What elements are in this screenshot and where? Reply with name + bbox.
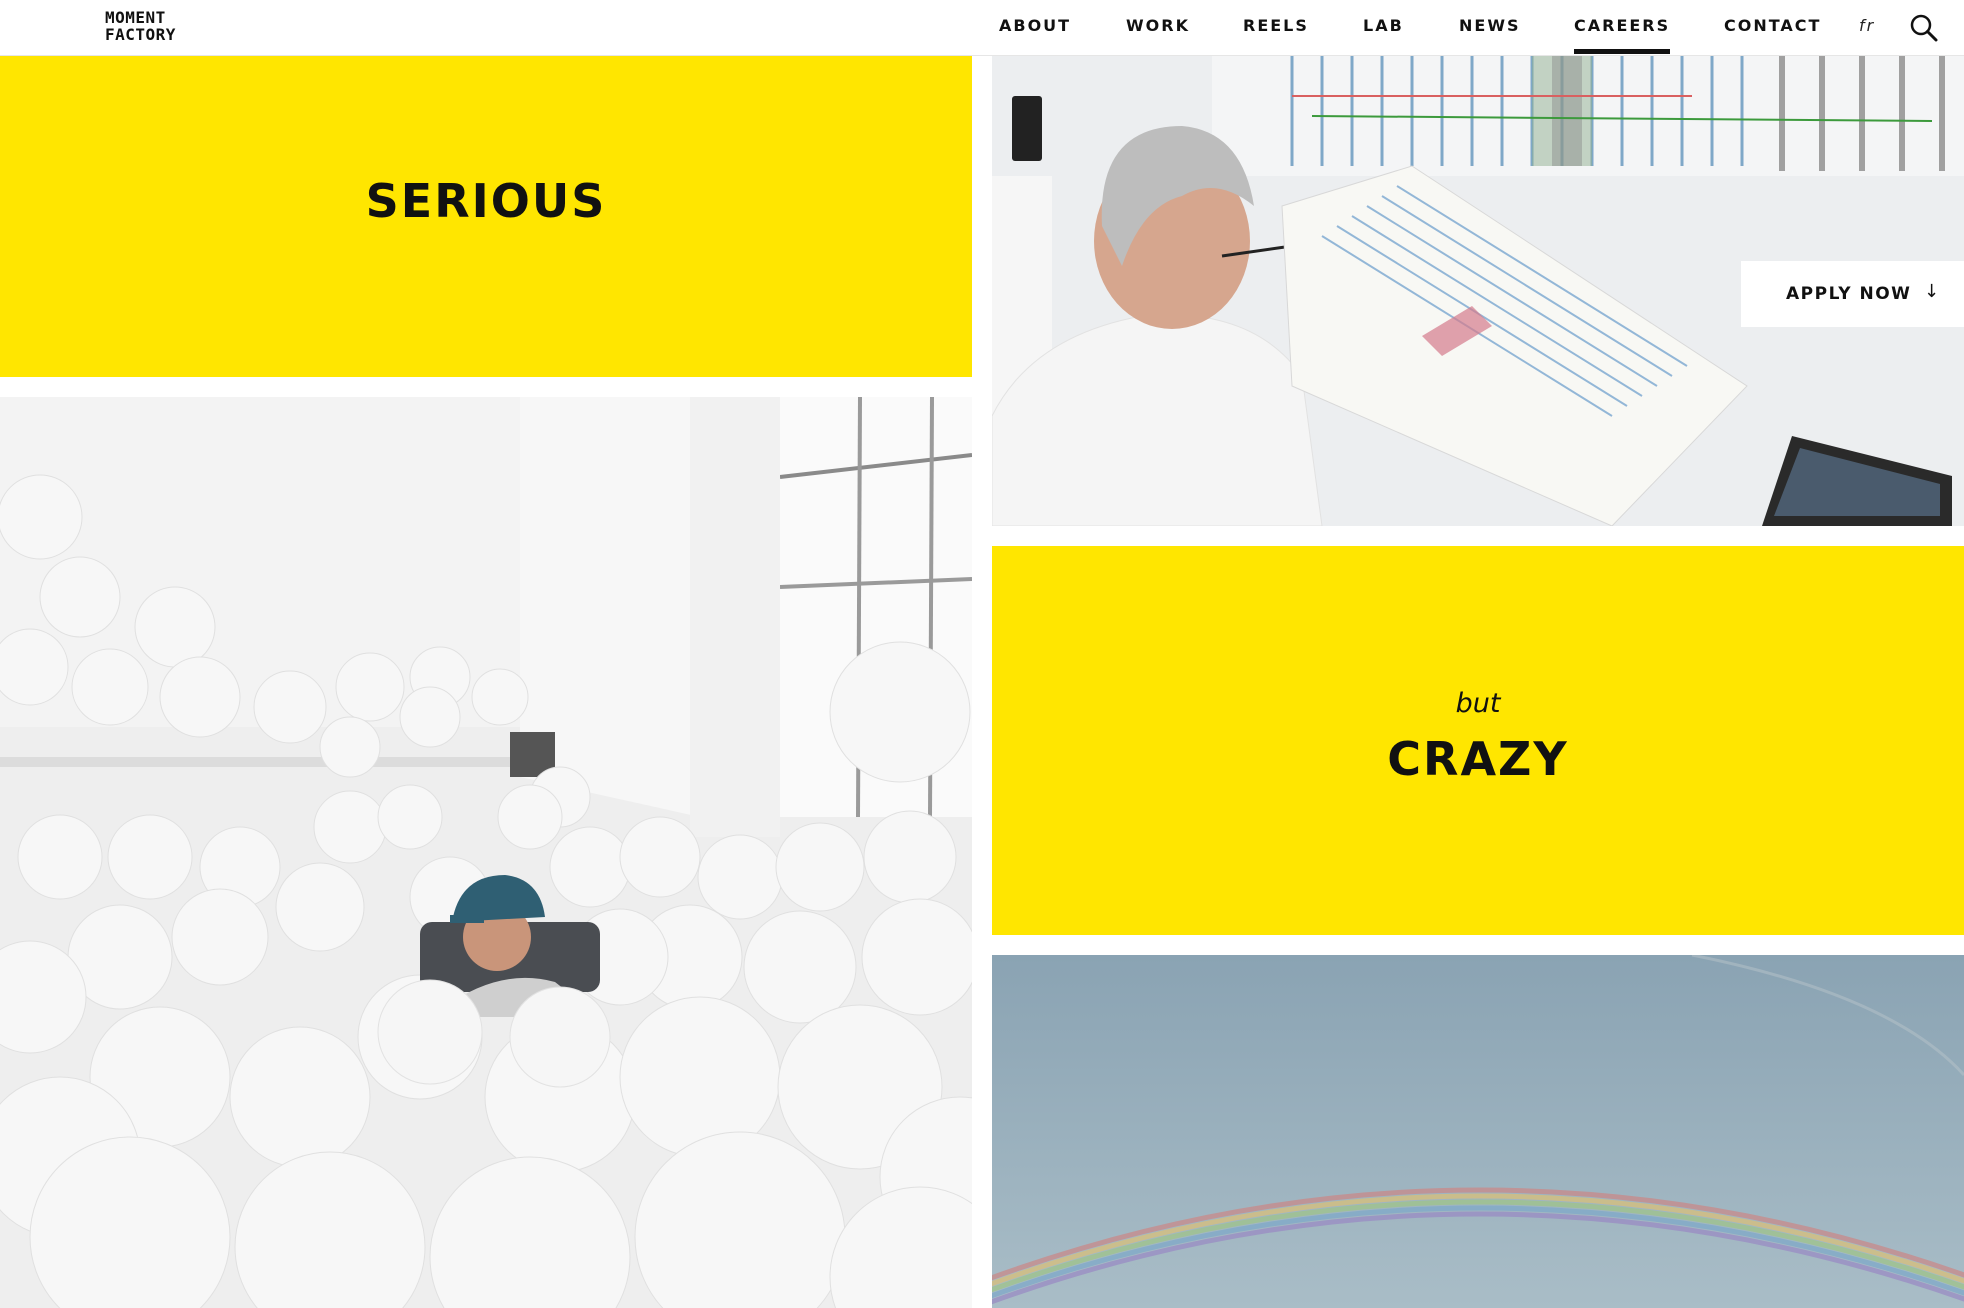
nav-item-careers[interactable]: CAREERS [1574, 16, 1671, 54]
search-button[interactable] [1909, 13, 1939, 43]
serious-heading: SERIOUS [365, 174, 607, 228]
nav-item-work[interactable]: WORK [1126, 16, 1190, 35]
balloons-room-illustration [0, 397, 972, 1308]
site-header: MOMENT FACTORY ABOUT WORK REELS LAB NEWS… [0, 0, 1964, 56]
crazy-heading: CRAZY [1387, 732, 1569, 786]
moment-factory-logo[interactable]: MOMENT FACTORY [105, 9, 176, 43]
balloons-photo [0, 397, 972, 1308]
but-text: but [1455, 688, 1501, 719]
language-toggle[interactable]: fr [1859, 16, 1875, 35]
logo-line-1: MOMENT [105, 8, 166, 27]
logo-line-2: FACTORY [105, 25, 176, 44]
arrow-down-icon: ↓ [1924, 281, 1940, 302]
crazy-panel: but CRAZY [992, 546, 1964, 935]
serious-panel: SERIOUS [0, 56, 972, 377]
apply-now-label: APPLY NOW [1786, 284, 1912, 304]
nav-item-reels[interactable]: REELS [1243, 16, 1309, 35]
nav-item-contact[interactable]: CONTACT [1724, 16, 1821, 35]
search-icon [1910, 14, 1938, 42]
nav-item-news[interactable]: NEWS [1459, 16, 1521, 35]
nav-item-lab[interactable]: LAB [1363, 16, 1404, 35]
nav-item-about[interactable]: ABOUT [999, 16, 1071, 35]
rainbow-illustration [992, 955, 1964, 1308]
rainbow-photo [992, 955, 1964, 1308]
apply-now-button[interactable]: APPLY NOW ↓ [1741, 261, 1964, 327]
